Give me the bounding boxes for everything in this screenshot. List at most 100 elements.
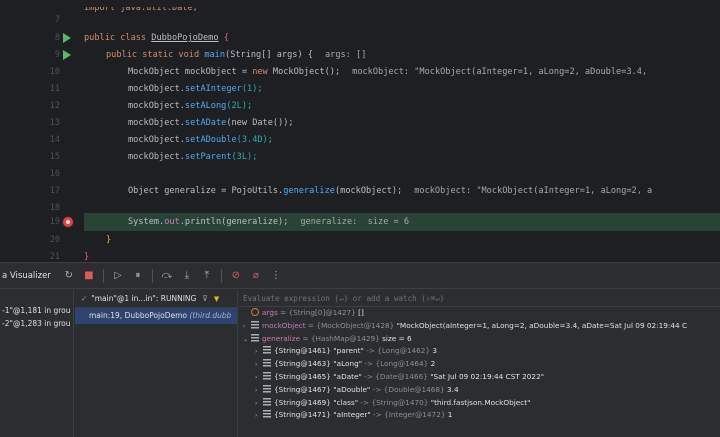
- inline-debug-hint: mockObject: "MockObject(aInteger=1, aLon…: [352, 67, 648, 77]
- check-icon: ✓: [81, 294, 88, 303]
- chevron-down-icon[interactable]: ▼: [214, 295, 219, 303]
- variable-row[interactable]: › {String@1465} "aDate" -> {Date@1466} "S…: [239, 371, 720, 384]
- variable-value: []: [358, 308, 364, 317]
- gutter-line[interactable]: 11: [0, 81, 82, 98]
- step-over-icon[interactable]: ⤼: [159, 268, 175, 284]
- method-call: .println(generalize);: [179, 217, 289, 227]
- code-line-21: }: [84, 249, 720, 262]
- line-number: 10: [49, 67, 60, 77]
- code-editor[interactable]: 7 8 9 10 11 12 13 14 15 16 17 18 19 20 21 import java.…: [0, 0, 720, 262]
- code-area[interactable]: import java.util.Date; public class Dubb…: [84, 0, 720, 262]
- receiver: mockObject.: [128, 118, 185, 128]
- rerun-icon[interactable]: ↻: [61, 268, 77, 284]
- method-call: generalize: [283, 186, 335, 196]
- variable-value: size = 6: [382, 333, 412, 343]
- gutter-line[interactable]: 16: [0, 166, 82, 183]
- code-line-13: mockObject.setADate(new Date());: [84, 115, 720, 132]
- variable-row[interactable]: ⌄ generalize = {HashMap@1429} size = 6: [239, 333, 720, 346]
- gutter-line[interactable]: 9: [0, 47, 82, 64]
- variable-value: 3: [432, 346, 438, 356]
- field-icon: [263, 384, 271, 393]
- thread-item[interactable]: -1"@1,181 in grou: [0, 304, 73, 317]
- breakpoints-icon[interactable]: ⊘: [228, 268, 244, 284]
- variable-row[interactable]: › mockObject = {MockObject@1428} "MockObj…: [239, 320, 720, 333]
- more-options-icon[interactable]: ⋮: [268, 268, 284, 284]
- gutter-line[interactable]: 14: [0, 132, 82, 149]
- filter-icon[interactable]: ⊽: [202, 294, 208, 303]
- gutter-line[interactable]: 10: [0, 64, 82, 81]
- step-into-icon[interactable]: ⤓: [179, 268, 195, 284]
- class-name[interactable]: DubboPojoDemo: [151, 33, 218, 43]
- thread-item[interactable]: -2"@1,283 in grou: [0, 317, 73, 330]
- variable-row[interactable]: › {String@1469} "class" -> {String@1470} …: [239, 397, 720, 410]
- resume-icon[interactable]: ▷: [110, 268, 126, 284]
- variable-value: 1: [447, 410, 453, 420]
- method-call: setAInteger: [184, 84, 242, 94]
- line-number: 15: [49, 152, 60, 162]
- evaluate-expression-input[interactable]: Evaluate expression (↵) or add a watch (…: [239, 290, 720, 307]
- variable-type: = {MockObject@1428}: [305, 320, 397, 330]
- run-icon[interactable]: [63, 33, 71, 43]
- receiver: mockObject.: [128, 152, 185, 162]
- frame-method: main:19, DubboPojoDemo: [89, 311, 190, 320]
- gutter-line[interactable]: 13: [0, 115, 82, 132]
- line-number: 17: [49, 186, 60, 196]
- stop-icon[interactable]: ■: [81, 268, 97, 284]
- argument: (1);: [241, 84, 263, 94]
- declaration: MockObject mockObject =: [128, 67, 253, 77]
- brace: {: [218, 33, 229, 43]
- variable-type: -> {Date@1466}: [361, 371, 431, 381]
- variable-value: "third.fastjson.MockObject": [430, 397, 531, 407]
- gutter-line[interactable]: 21: [0, 249, 82, 262]
- variable-row[interactable]: › {String@1461} "parent" -> {Long@1462} 3: [239, 345, 720, 358]
- variables-tree: args = {String[0]@1427} [] › mockObject = …: [239, 307, 720, 422]
- frames-panel: ✓ "main"@1 in...in": RUNNING ⊽ ▼ main:19…: [75, 290, 238, 437]
- gutter-line[interactable]: 7: [0, 12, 82, 29]
- variable-row[interactable]: › {String@1471} "aInteger" -> {Integer@14…: [239, 409, 720, 422]
- thread-selector[interactable]: ✓ "main"@1 in...in": RUNNING ⊽ ▼: [75, 290, 237, 308]
- keyword: public class: [84, 33, 152, 43]
- tool-window-title[interactable]: a Visualizer: [0, 271, 59, 281]
- overlay-caption: [260, 425, 460, 437]
- line-number: 11: [49, 84, 60, 94]
- line-number: 8: [54, 33, 60, 43]
- variable-type: = {HashMap@1429}: [300, 333, 383, 343]
- argument: (mockObject);: [334, 186, 403, 196]
- code-line-10: MockObject mockObject = new MockObject()…: [84, 64, 720, 81]
- variable-row[interactable]: args = {String[0]@1427} []: [239, 307, 720, 320]
- breakpoint-icon[interactable]: [63, 217, 73, 227]
- threads-list: -1"@1,181 in grou -2"@1,283 in grou: [0, 290, 74, 437]
- stack-frame[interactable]: main:19, DubboPojoDemo (third.dubb: [75, 308, 237, 324]
- brace: }: [106, 235, 112, 245]
- method-call: setADouble: [184, 135, 237, 145]
- run-icon[interactable]: [63, 50, 71, 60]
- gutter-line[interactable]: 20: [0, 232, 82, 249]
- variable-row[interactable]: › {String@1463} "aLong" -> {Long@1464} 2: [239, 358, 720, 371]
- brace: }: [84, 252, 90, 262]
- gutter-line[interactable]: 17: [0, 183, 82, 200]
- variable-value: 2: [430, 359, 436, 369]
- field-icon: [263, 359, 271, 368]
- line-number: 9: [54, 50, 60, 60]
- frame-location: (third.dubb: [189, 311, 232, 320]
- gutter-line[interactable]: 15: [0, 149, 82, 166]
- variable-type: -> {Double@1468}: [370, 384, 448, 394]
- code-line-14: mockObject.setADouble(3.4D);: [84, 132, 720, 149]
- chevron-right-icon[interactable]: ›: [255, 410, 263, 423]
- gutter-line[interactable]: 12: [0, 98, 82, 115]
- gutter-line[interactable]: 8: [0, 30, 82, 47]
- gutter-line[interactable]: 19: [0, 214, 82, 231]
- code-line-15: mockObject.setParent(3L);: [84, 149, 720, 166]
- inline-debug-hint: generalize: size = 6: [300, 217, 410, 227]
- variable-row[interactable]: › {String@1467} "aDouble" -> {Double@1468…: [239, 384, 720, 397]
- line-number: 13: [49, 118, 60, 128]
- variable-name: args: [262, 308, 278, 317]
- mute-breakpoints-icon[interactable]: ⌀: [248, 268, 264, 284]
- variable-type: = {String[0]@1427}: [277, 308, 359, 317]
- pause-icon[interactable]: ⏸: [130, 268, 146, 284]
- variable-name: {String@1467} "aDouble": [274, 384, 371, 394]
- variable-value: "MockObject(aInteger=1, aLong=2, aDouble…: [396, 320, 688, 330]
- variable-name: {String@1461} "parent": [274, 346, 364, 356]
- step-out-icon[interactable]: ⤒: [199, 268, 215, 284]
- argument: (2L);: [226, 101, 253, 111]
